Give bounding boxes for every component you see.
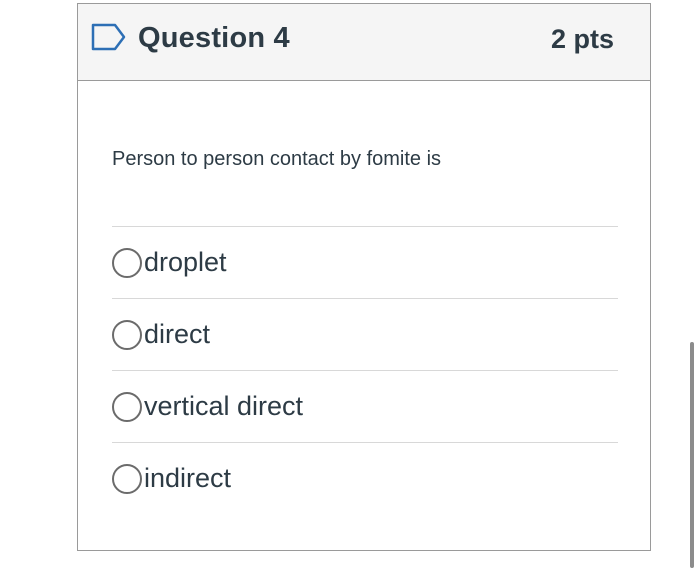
bookmark-flag-icon[interactable] (91, 23, 127, 51)
radio-button[interactable] (112, 247, 142, 278)
answer-list: droplet direct vertical direct indirect (112, 226, 618, 514)
answer-label: direct (144, 319, 211, 349)
radio-button[interactable] (112, 463, 142, 494)
answer-option-droplet[interactable]: droplet (112, 226, 618, 298)
answer-option-indirect[interactable]: indirect (112, 442, 618, 514)
question-card: Question 4 2 pts Person to person contac… (77, 3, 651, 551)
question-points: 2 pts (550, 24, 614, 54)
radio-button[interactable] (112, 319, 142, 350)
question-prompt: Person to person contact by fomite is (112, 148, 442, 170)
answer-label: indirect (144, 463, 232, 493)
answer-label: droplet (144, 247, 227, 277)
radio-button[interactable] (112, 391, 142, 422)
quiz-page: Question 4 2 pts Person to person contac… (0, 0, 700, 568)
answer-label: vertical direct (144, 391, 304, 421)
scrollbar[interactable] (690, 342, 694, 568)
question-header: Question 4 2 pts (78, 4, 650, 81)
answer-option-direct[interactable]: direct (112, 298, 618, 370)
answer-option-vertical-direct[interactable]: vertical direct (112, 370, 618, 442)
question-title: Question 4 (138, 22, 290, 54)
